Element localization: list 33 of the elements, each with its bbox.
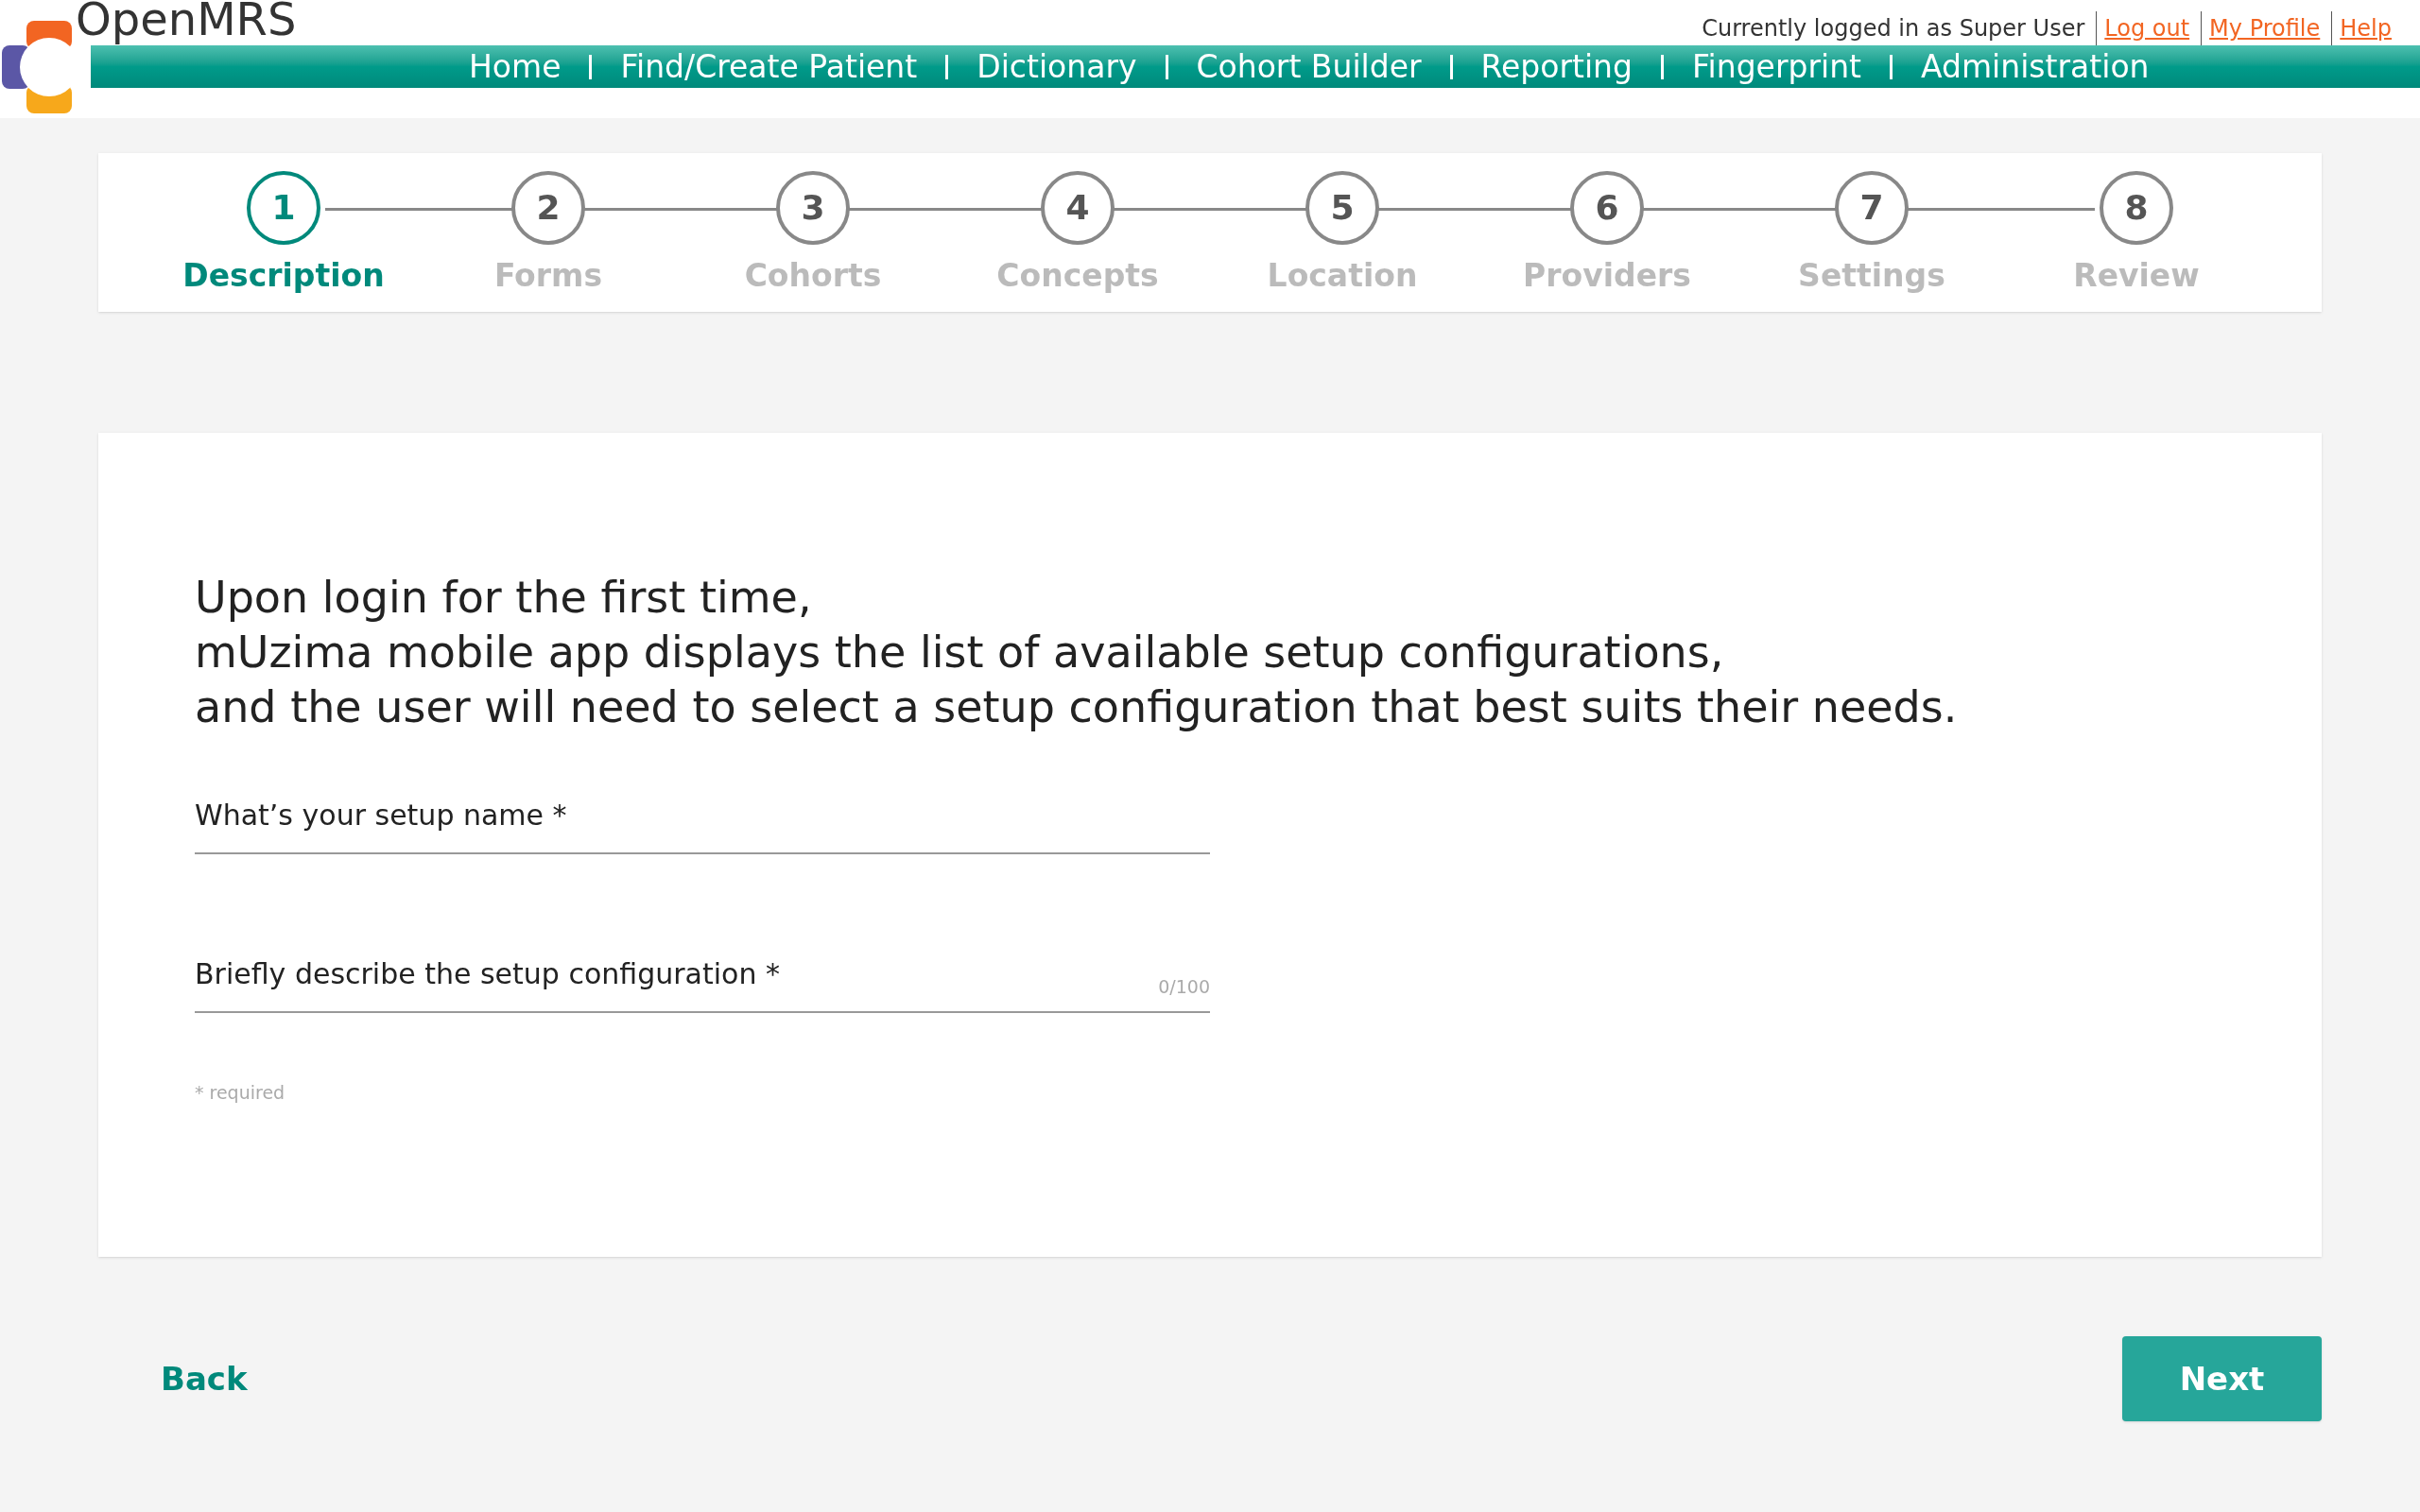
- step-number[interactable]: 2: [511, 171, 585, 245]
- nav-link[interactable]: Dictionary: [977, 51, 1137, 82]
- nav-link[interactable]: Administration: [1921, 51, 2150, 82]
- step-label: Concepts: [996, 256, 1159, 296]
- next-button[interactable]: Next: [2122, 1336, 2322, 1421]
- text-field[interactable]: What’s your setup name *: [195, 786, 1210, 852]
- nav-link[interactable]: Home: [469, 51, 562, 82]
- step-number[interactable]: 3: [776, 171, 850, 245]
- nav-link[interactable]: Cohort Builder: [1196, 51, 1422, 82]
- step-number[interactable]: 4: [1041, 171, 1115, 245]
- step-number[interactable]: 8: [2100, 171, 2173, 245]
- step-number[interactable]: 5: [1305, 171, 1379, 245]
- step-number[interactable]: 6: [1570, 171, 1644, 245]
- nav-link[interactable]: Find/Create Patient: [620, 51, 918, 82]
- step-label: Settings: [1798, 256, 1945, 296]
- step-number[interactable]: 7: [1835, 171, 1909, 245]
- step-label: Cohorts: [744, 256, 882, 296]
- user-status: Currently logged in as Super User: [1702, 14, 2086, 43]
- nav-link[interactable]: Reporting: [1480, 51, 1633, 82]
- step-label: Forms: [493, 256, 603, 296]
- step-label: Review: [2073, 256, 2200, 296]
- step-label: Providers: [1523, 256, 1691, 296]
- step-number[interactable]: 1: [247, 171, 320, 245]
- nav-link[interactable]: Fingerprint: [1692, 51, 1861, 82]
- step-label: Location: [1267, 256, 1418, 296]
- back-button[interactable]: Back: [146, 1347, 263, 1411]
- intro-text: Upon login for the first time,: [195, 571, 813, 625]
- intro-text: mUzima mobile app displays the list of available setup configurations,: [195, 626, 1725, 679]
- step-label: Description: [182, 256, 385, 296]
- character-counter: 0/100: [1158, 974, 1210, 999]
- intro-text: and the user will need to select a setup configuration that best suits their needs.: [195, 680, 1959, 734]
- required-note: * required: [195, 1081, 286, 1105]
- text-field[interactable]: Briefly describe the setup configuration *: [195, 945, 1148, 1011]
